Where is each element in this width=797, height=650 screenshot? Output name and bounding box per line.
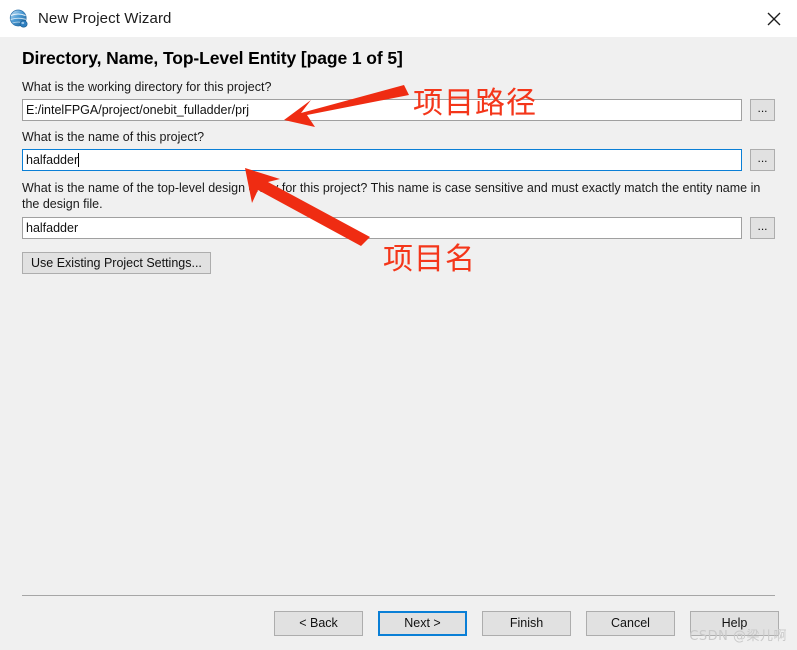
working-directory-row: E:/intelFPGA/project/onebit_fulladder/pr… — [22, 99, 775, 121]
use-existing-project-settings-button[interactable]: Use Existing Project Settings... — [22, 252, 211, 274]
new-project-wizard-window: New Project Wizard Directory, Name, Top-… — [0, 0, 797, 650]
next-button[interactable]: Next > — [378, 610, 467, 636]
project-name-input[interactable]: halfadder — [22, 149, 742, 171]
top-level-entity-row: halfadder ... — [22, 217, 775, 239]
top-level-entity-input[interactable]: halfadder — [22, 217, 742, 239]
wizard-content: What is the working directory for this p… — [0, 73, 797, 595]
page-title: Directory, Name, Top-Level Entity [page … — [22, 48, 403, 68]
help-button[interactable]: Help — [690, 610, 779, 636]
window-title: New Project Wizard — [38, 10, 172, 27]
working-directory-browse-button[interactable]: ... — [750, 99, 775, 121]
finish-button[interactable]: Finish — [482, 610, 571, 636]
working-directory-label: What is the working directory for this p… — [22, 80, 272, 94]
project-name-row: halfadder ... — [22, 149, 775, 171]
top-level-entity-label: What is the name of the top-level design… — [22, 181, 761, 211]
working-directory-input[interactable]: E:/intelFPGA/project/onebit_fulladder/pr… — [22, 99, 742, 121]
footer-button-bar: < Back Next > Finish Cancel Help — [0, 596, 797, 650]
quartus-globe-icon — [9, 9, 29, 29]
cancel-button[interactable]: Cancel — [586, 610, 675, 636]
back-button[interactable]: < Back — [274, 610, 363, 636]
project-name-label: What is the name of this project? — [22, 130, 205, 144]
page-heading-area: Directory, Name, Top-Level Entity [page … — [0, 37, 797, 73]
project-name-value: halfadder — [26, 153, 79, 167]
project-name-browse-button[interactable]: ... — [750, 149, 775, 171]
top-level-entity-browse-button[interactable]: ... — [750, 217, 775, 239]
text-caret — [78, 153, 80, 167]
window-titlebar: New Project Wizard — [0, 0, 797, 37]
close-icon[interactable] — [751, 0, 797, 37]
